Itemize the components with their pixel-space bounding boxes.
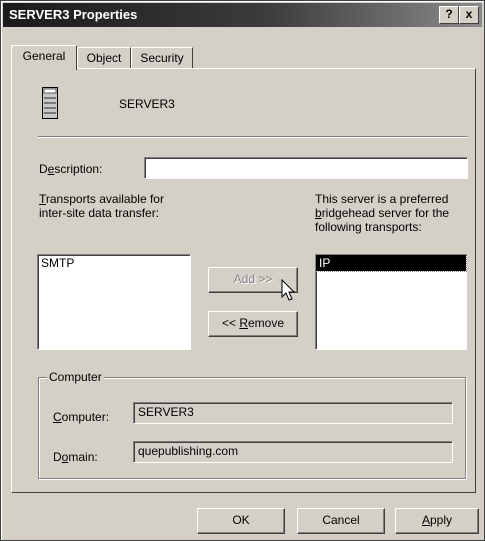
domain-field: quepublishing.com (133, 441, 453, 463)
transports-available-label: Transports available for inter-site data … (39, 192, 164, 220)
list-item-selected[interactable]: IP (315, 254, 467, 272)
window-title: SERVER3 Properties (9, 7, 138, 22)
preferred-transports-list[interactable]: IP (315, 254, 467, 350)
help-button[interactable]: ? (439, 6, 459, 24)
group-title: Computer (47, 370, 104, 384)
tab-security[interactable]: Security (131, 47, 193, 68)
list-item[interactable]: SMTP (38, 255, 190, 271)
properties-dialog: SERVER3 Properties ? x General Object Se… (0, 0, 485, 541)
server-icon (42, 87, 58, 119)
tab-general[interactable]: General (11, 45, 77, 70)
available-transports-list[interactable]: SMTP (37, 254, 191, 350)
cancel-button[interactable]: Cancel (297, 508, 385, 534)
mouse-pointer-icon (281, 279, 296, 301)
tab-object[interactable]: Object (77, 47, 131, 68)
apply-button[interactable]: Apply (395, 508, 479, 534)
ok-button[interactable]: OK (197, 508, 285, 534)
preferred-transports-label: This server is a preferred bridgehead ser… (315, 192, 450, 234)
description-label: Description: (39, 162, 103, 176)
title-bar[interactable]: SERVER3 Properties ? x (3, 3, 482, 27)
computer-groupbox: Computer Computer: SERVER3 Domain: quepu… (38, 370, 466, 479)
computer-field: SERVER3 (133, 402, 453, 424)
general-tab-panel: SERVER3 Description: Transports availabl… (11, 68, 476, 493)
server-name: SERVER3 (119, 97, 175, 111)
domain-label: Domain: (53, 450, 98, 464)
description-input[interactable] (144, 157, 468, 179)
separator (38, 136, 468, 138)
remove-button[interactable]: << Remove (208, 311, 298, 337)
computer-label: Computer: (53, 410, 110, 424)
close-button[interactable]: x (459, 6, 479, 24)
